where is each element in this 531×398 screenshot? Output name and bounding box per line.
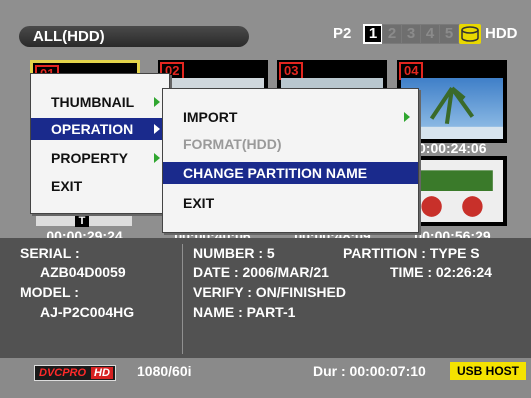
submenu-arrow-icon [154,97,160,107]
model-value: AJ-P2C004HG [40,304,135,320]
menu-item-property[interactable]: PROPERTY [31,147,169,169]
submenu-arrow-icon [154,153,160,163]
menu-item-label: PROPERTY [51,150,129,166]
mode-pill[interactable]: ALL(HDD) [19,26,249,47]
slot-3-indicator[interactable]: 3 [401,24,421,44]
hdd-icon [459,24,481,44]
usb-host-badge[interactable]: USB HOST [450,362,526,380]
codec-badge-hd: HD [91,367,113,379]
codec-badge: DVCPRO HD [34,365,116,381]
submenu-arrow-icon [404,112,410,122]
model-label: MODEL : [20,284,79,300]
submenu-item-change-partition-name[interactable]: CHANGE PARTITION NAME [163,162,418,184]
time-info: TIME : 02:26:24 [390,264,492,280]
submenu-item-exit[interactable]: EXIT [163,192,418,214]
slot-2-indicator[interactable]: 2 [382,24,402,44]
menu-item-label: FORMAT(HDD) [183,136,282,152]
screen: ALL(HDD) P2 1 2 3 4 5 HDD 01 [0,0,531,398]
menu-item-label: EXIT [51,178,83,194]
slot-1-indicator[interactable]: 1 [363,24,383,44]
menu-item-thumbnail[interactable]: THUMBNAIL [31,91,169,113]
menu-item-label: OPERATION [51,121,134,137]
submenu-item-format-hdd[interactable]: FORMAT(HDD) [163,133,418,155]
menu-item-label: IMPORT [183,109,238,125]
menu-item-label: THUMBNAIL [51,94,135,110]
clip-timecode-partial: 0:00:24:06 [418,140,487,156]
slot-4-indicator[interactable]: 4 [420,24,440,44]
submenu-arrow-icon [154,124,160,134]
menu-item-operation[interactable]: OPERATION [31,118,169,140]
menu-item-label: EXIT [183,195,215,211]
menu-item-label: CHANGE PARTITION NAME [183,165,368,181]
mode-label: ALL(HDD) [33,28,105,45]
menu-item-exit[interactable]: EXIT [31,175,169,197]
operation-submenu: IMPORT FORMAT(HDD) CHANGE PARTITION NAME… [162,88,419,233]
duration-label: Dur : 00:00:07:10 [313,363,426,379]
p2-label: P2 [333,25,352,42]
main-menu: THUMBNAIL OPERATION PROPERTY EXIT [30,73,170,214]
info-divider [182,244,183,354]
submenu-item-import[interactable]: IMPORT [163,106,418,128]
partition-info: PARTITION : TYPE S [343,245,480,261]
number-info: NUMBER : 5 [193,245,275,261]
date-info: DATE : 2006/MAR/21 [193,264,329,280]
slot-5-indicator[interactable]: 5 [439,24,459,44]
hdd-label: HDD [485,25,518,42]
text-memo-icon: T [75,215,89,227]
serial-value: AZB04D0059 [40,264,126,280]
codec-badge-text: DVCPRO [39,367,87,379]
top-bar: ALL(HDD) P2 1 2 3 4 5 HDD [0,0,531,50]
serial-label: SERIAL : [20,245,80,261]
verify-info: VERIFY : ON/FINISHED [193,284,346,300]
format-label: 1080/60i [137,363,192,379]
name-info: NAME : PART-1 [193,304,296,320]
